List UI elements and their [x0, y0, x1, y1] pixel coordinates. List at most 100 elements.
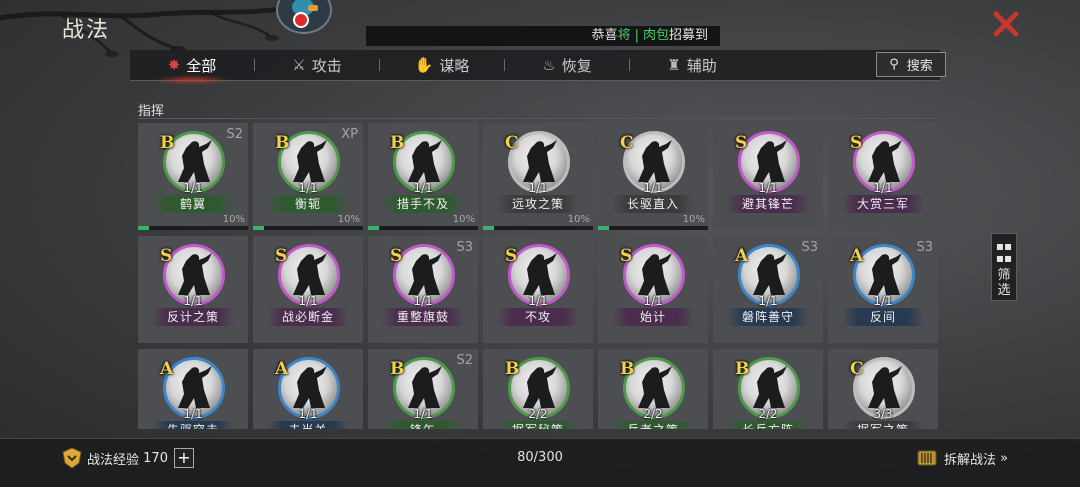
scroll-icon: ✸	[167, 56, 181, 74]
tactic-level: 2/2	[528, 407, 548, 421]
tactic-name: 措手不及	[382, 195, 464, 213]
tactic-name: 磐阵善守	[727, 308, 809, 326]
tactic-card[interactable]: S 1/1 战必断金	[253, 236, 363, 343]
tactic-card[interactable]: B 2/2据军秘策	[483, 349, 593, 429]
tactic-level: 1/1	[643, 181, 663, 195]
progress-percent: 10%	[222, 214, 245, 225]
tactic-card[interactable]: B 2/2兵老之策	[598, 349, 708, 429]
progress-bar	[598, 226, 708, 230]
tactic-level: 1/1	[413, 407, 433, 421]
section-divider	[138, 118, 938, 119]
tactic-card[interactable]: S S3 1/1 重整旗鼓	[368, 236, 478, 343]
tactic-level: 1/1	[758, 181, 778, 195]
grade-badge: S	[735, 133, 748, 153]
tactic-card[interactable]: C 1/1 长驱直入 10%	[598, 123, 708, 230]
season-tag: S2	[226, 127, 243, 142]
tactic-card[interactable]: A 1/1先驱突击	[138, 349, 248, 429]
tactic-name: 兵老之策	[612, 421, 694, 429]
tactic-card[interactable]: S 1/1 不攻	[483, 236, 593, 343]
grade-badge: B	[390, 359, 405, 379]
grade-badge: C	[850, 359, 864, 379]
add-exp-button[interactable]: +	[174, 448, 194, 468]
tactics-grid: B S2 1/1 鹤翼 10% B XP 1/1 衡轭 10% B 1/1 措手不及 10% C 1/1 远攻之…	[138, 123, 942, 429]
tactic-level: 1/1	[758, 294, 778, 308]
exp-value: 170	[143, 450, 168, 466]
tactic-card[interactable]: B XP 1/1 衡轭 10%	[253, 123, 363, 230]
tactic-level: 1/1	[873, 181, 893, 195]
tactic-name: 不攻	[497, 308, 579, 326]
filter-button[interactable]: ▪▪ ▪▪ 筛选	[991, 233, 1017, 301]
grade-badge: S	[160, 246, 173, 266]
search-button[interactable]: ⚲ 搜索	[876, 52, 946, 77]
tab-all[interactable]: ✸ 全部	[130, 55, 254, 85]
grade-badge: S	[850, 133, 863, 153]
tactic-level: 1/1	[183, 181, 203, 195]
tactic-name: 始计	[612, 308, 694, 326]
grade-badge: A	[275, 359, 289, 379]
tab-attack[interactable]: ⚔ 攻击	[255, 55, 379, 76]
grade-badge: S	[275, 246, 288, 266]
tactic-card[interactable]: S 1/1 始计	[598, 236, 708, 343]
banner-separator: |	[634, 28, 639, 43]
exp-shield-icon	[62, 447, 82, 469]
tactic-name: 据军秘策	[497, 421, 579, 429]
season-tag: S3	[801, 240, 818, 255]
grade-badge: C	[505, 133, 519, 153]
grid-filter-icon: ▪▪ ▪▪	[995, 239, 1013, 265]
tactic-name: 长兵方阵	[727, 421, 809, 429]
tactic-card[interactable]: S 1/1 大赏三军	[828, 123, 938, 230]
tactic-card[interactable]: S 1/1 避其锋芒	[713, 123, 823, 230]
category-tabs: ✸ 全部 ⚔ 攻击 ✋ 谋略 ♨ 恢复 ♜ 辅助	[130, 50, 940, 85]
tactic-card[interactable]: A S3 1/1 磐阵善守	[713, 236, 823, 343]
tactic-name: 长驱直入	[612, 195, 694, 213]
grade-badge: C	[620, 133, 634, 153]
decompose-button[interactable]: 拆解战法 »	[916, 447, 1008, 469]
grade-badge: B	[275, 133, 290, 153]
grade-badge: S	[620, 246, 633, 266]
tactic-card[interactable]: B S2 1/1 鹤翼 10%	[138, 123, 248, 230]
tactic-card[interactable]: A 1/1夫当关	[253, 349, 363, 429]
close-icon[interactable]	[990, 8, 1022, 40]
tactic-level: 3/3	[873, 407, 893, 421]
hand-icon: ✋	[414, 56, 434, 74]
banner-player: 肉包	[642, 28, 669, 43]
tactic-name: 衡轭	[267, 195, 349, 213]
tab-recovery[interactable]: ♨ 恢复	[505, 55, 629, 76]
tab-strategy[interactable]: ✋ 谋略	[380, 55, 504, 76]
notification-dot	[293, 12, 309, 28]
tactic-card[interactable]: C 3/3据军之策	[828, 349, 938, 429]
progress-percent: 10%	[452, 214, 475, 225]
tactic-name: 远攻之策	[497, 195, 579, 213]
tactic-level: 1/1	[528, 181, 548, 195]
tactic-card[interactable]: S 1/1 反计之策	[138, 236, 248, 343]
tactic-level: 1/1	[873, 294, 893, 308]
progress-bar	[483, 226, 593, 230]
tactic-card[interactable]: B 2/2长兵方阵	[713, 349, 823, 429]
season-tag: XP	[341, 127, 358, 142]
tactic-card[interactable]: C 1/1 远攻之策 10%	[483, 123, 593, 230]
tab-support[interactable]: ♜ 辅助	[630, 55, 754, 76]
tactic-name: 夫当关	[267, 421, 349, 429]
tactic-count: 80/300	[517, 450, 563, 465]
tactic-card[interactable]: B S2 1/1锋矢	[368, 349, 478, 429]
grade-badge: B	[735, 359, 750, 379]
search-icon: ⚲	[889, 57, 899, 72]
progress-bar	[368, 226, 478, 230]
grade-badge: A	[160, 359, 174, 379]
progress-bar	[138, 226, 248, 230]
pot-icon: ♨	[542, 56, 556, 74]
tactic-level: 1/1	[528, 294, 548, 308]
tactic-name: 避其锋芒	[727, 195, 809, 213]
tactic-level: 2/2	[643, 407, 663, 421]
tactic-level: 1/1	[643, 294, 663, 308]
progress-percent: 10%	[567, 214, 590, 225]
crossed-swords-icon: ⚔	[292, 56, 306, 74]
tactic-name: 锋矢	[382, 421, 464, 429]
tactic-card[interactable]: A S3 1/1 反间	[828, 236, 938, 343]
tactic-name: 先驱突击	[152, 421, 234, 429]
progress-bar	[253, 226, 363, 230]
progress-percent: 10%	[682, 214, 705, 225]
tactic-level: 1/1	[183, 294, 203, 308]
season-tag: S3	[916, 240, 933, 255]
tactic-card[interactable]: B 1/1 措手不及 10%	[368, 123, 478, 230]
